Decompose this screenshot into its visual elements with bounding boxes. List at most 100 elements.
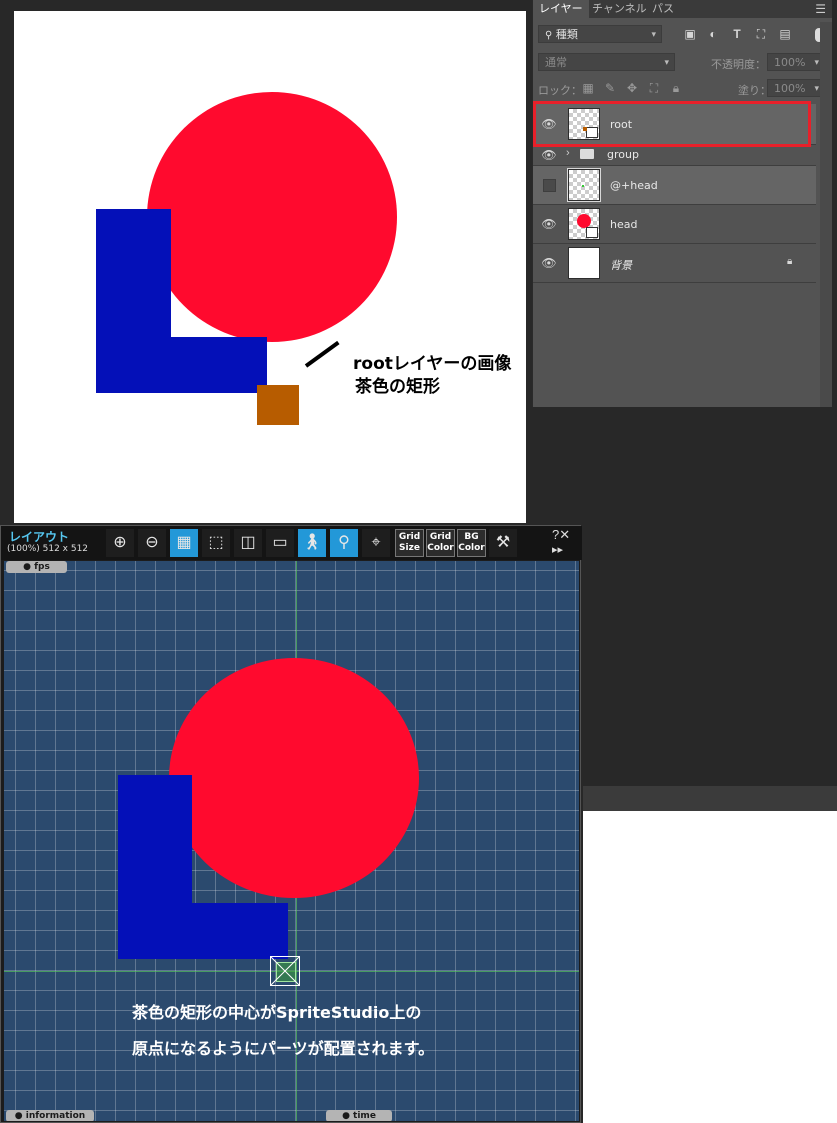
layer-row-group[interactable]: 👁︎ › group bbox=[533, 145, 816, 166]
layer-name-head-null[interactable]: @+head bbox=[610, 179, 658, 192]
information-toggle[interactable]: ● information bbox=[6, 1110, 94, 1121]
workspace-background bbox=[583, 407, 837, 793]
layers-panel: レイヤー チャンネル パス ☰ ⚲ 種類 ▾ ▣ ◐ T ⛶ ▤ 通常 ▾ 不透… bbox=[532, 0, 832, 407]
caption-line-2: 原点になるようにパーツが配置されます。 bbox=[132, 1039, 435, 1058]
bg-color-line1: BG bbox=[464, 532, 479, 542]
keyhole-icon[interactable]: ⚲ bbox=[330, 529, 358, 557]
layout-size-info: (100%) 512 x 512 bbox=[7, 544, 89, 554]
time-toggle[interactable]: ● time bbox=[326, 1110, 392, 1121]
origin-marker-icon bbox=[270, 956, 300, 986]
layout-window: レイアウト (100%) 512 x 512 ⊕ ⊖ ▦ ⬚ ◫ ▭ 🚶︎ ⚲ … bbox=[0, 525, 582, 1123]
caption-line-1: 茶色の矩形の中心がSpriteStudio上の bbox=[132, 1003, 422, 1022]
bg-color-line2: Color bbox=[458, 543, 485, 553]
chevron-down-icon: ▾ bbox=[664, 58, 669, 68]
eye-icon[interactable]: 👁︎ bbox=[541, 147, 557, 163]
search-icon: ⚲ bbox=[545, 30, 553, 41]
workspace-white-area bbox=[583, 811, 837, 1123]
panel-menu-icon[interactable]: ☰ bbox=[815, 2, 826, 16]
layer-thumbnail bbox=[568, 208, 600, 240]
shape-filter-icon[interactable]: ⛶ bbox=[754, 27, 768, 41]
filter-kind-select[interactable]: ⚲ 種類 ▾ bbox=[538, 25, 662, 43]
layer-name-head[interactable]: head bbox=[610, 218, 637, 231]
lock-artboard-icon[interactable]: ⛶ bbox=[647, 81, 661, 95]
frame-icon[interactable]: ▭ bbox=[266, 529, 294, 557]
chevron-down-icon: ▾ bbox=[814, 58, 819, 68]
filter-row: ⚲ 種類 ▾ ▣ ◐ T ⛶ ▤ bbox=[533, 23, 832, 47]
opacity-label: 不透明度： bbox=[711, 58, 766, 71]
lock-all-icon[interactable]: 🔒︎ bbox=[669, 81, 683, 95]
annotation-line bbox=[304, 340, 340, 368]
grid-size-line1: Grid bbox=[398, 532, 421, 542]
scrollbar[interactable] bbox=[820, 22, 832, 407]
green-dot-icon bbox=[582, 185, 584, 187]
annotation-text-2: 茶色の矩形 bbox=[355, 377, 440, 397]
layout-toolbar: レイアウト (100%) 512 x 512 ⊕ ⊖ ▦ ⬚ ◫ ▭ 🚶︎ ⚲ … bbox=[1, 526, 582, 560]
grid-color-line2: Color bbox=[427, 543, 454, 553]
eye-icon[interactable]: 👁︎ bbox=[541, 255, 557, 271]
chevron-right-icon[interactable]: › bbox=[566, 147, 570, 159]
blend-mode-select[interactable]: 通常 ▾ bbox=[538, 53, 675, 71]
lock-row: ロック： ▦ ✎ ✥ ⛶ 🔒︎ 塗り： 100% ▾ bbox=[533, 77, 832, 101]
grid-size-line2: Size bbox=[399, 543, 420, 553]
visibility-off-box[interactable] bbox=[543, 179, 556, 192]
tab-channels[interactable]: チャンネル bbox=[586, 0, 653, 18]
layout-title: レイアウト bbox=[9, 530, 70, 544]
chevron-down-icon: ▾ bbox=[651, 30, 656, 40]
adjustment-filter-icon[interactable]: ◐ bbox=[706, 27, 720, 41]
lock-transparent-icon[interactable]: ▦ bbox=[581, 81, 595, 95]
opacity-value: 100% bbox=[774, 56, 806, 69]
layout-viewport[interactable]: ● fps 茶色の矩形の中心がSpriteStudio上の 原点になるようにパー… bbox=[4, 561, 579, 1121]
bg-color-button[interactable]: BG Color bbox=[457, 529, 486, 557]
layer-row-head[interactable]: 👁︎ head bbox=[533, 205, 816, 244]
annotation-text-1: rootレイヤーの画像 bbox=[353, 354, 512, 374]
grid-size-button[interactable]: Grid Size bbox=[395, 529, 424, 557]
eye-icon[interactable]: 👁︎ bbox=[541, 216, 557, 232]
fill-value: 100% bbox=[774, 82, 806, 95]
red-circle bbox=[169, 658, 419, 898]
person-icon[interactable]: 🚶︎ bbox=[298, 529, 326, 557]
fps-toggle[interactable]: ● fps bbox=[6, 561, 67, 573]
blend-mode-label: 通常 bbox=[545, 56, 567, 69]
tool-settings-icon[interactable]: ⚒ bbox=[489, 529, 517, 557]
expand-arrows-icon[interactable]: ▸▸ bbox=[552, 543, 563, 556]
bounds-icon[interactable]: ◫ bbox=[234, 529, 262, 557]
zoom-out-icon[interactable]: ⊖ bbox=[138, 529, 166, 557]
select-tool-icon[interactable]: ⬚ bbox=[202, 529, 230, 557]
panel-tabs: レイヤー チャンネル パス ☰ bbox=[533, 0, 832, 18]
red-dot-icon bbox=[577, 214, 591, 228]
lock-icon: 🔒︎ bbox=[787, 256, 793, 267]
layer-thumbnail bbox=[568, 247, 600, 279]
tab-layers[interactable]: レイヤー bbox=[533, 0, 589, 18]
crosshair-icon[interactable]: ⌖ bbox=[362, 529, 390, 557]
layer-name-background[interactable]: 背景 bbox=[610, 257, 632, 273]
origin-marker-cross-icon bbox=[271, 957, 299, 985]
workspace-strip bbox=[583, 786, 837, 811]
folder-icon bbox=[580, 149, 594, 159]
lock-label: ロック： bbox=[538, 84, 582, 97]
zoom-in-icon[interactable]: ⊕ bbox=[106, 529, 134, 557]
grid-color-button[interactable]: Grid Color bbox=[426, 529, 455, 557]
document-canvas[interactable]: rootレイヤーの画像 茶色の矩形 bbox=[14, 11, 526, 523]
smart-object-badge-icon bbox=[586, 227, 598, 238]
image-filter-icon[interactable]: ▣ bbox=[683, 27, 697, 41]
blue-l-horizontal bbox=[118, 903, 288, 959]
type-filter-icon[interactable]: T bbox=[730, 27, 744, 41]
fill-field[interactable]: 100% ▾ bbox=[767, 79, 825, 97]
tab-paths[interactable]: パス bbox=[646, 0, 680, 18]
blue-l-horizontal bbox=[96, 337, 267, 393]
lock-paint-icon[interactable]: ✎ bbox=[603, 81, 617, 95]
lock-move-icon[interactable]: ✥ bbox=[625, 81, 639, 95]
layer-thumbnail bbox=[567, 168, 601, 202]
grid-color-line1: Grid bbox=[429, 532, 452, 542]
grid-toggle-icon[interactable]: ▦ bbox=[170, 529, 198, 557]
smart-object-filter-icon[interactable]: ▤ bbox=[778, 27, 792, 41]
chevron-down-icon: ▾ bbox=[814, 84, 819, 94]
help-close-icons[interactable]: ?✕ bbox=[552, 527, 570, 543]
layer-name-group[interactable]: group bbox=[607, 148, 639, 161]
opacity-field[interactable]: 100% ▾ bbox=[767, 53, 825, 71]
layer-row-background[interactable]: 👁︎ 背景 🔒︎ bbox=[533, 244, 816, 283]
root-layer-highlight-box bbox=[533, 101, 811, 147]
brown-square bbox=[257, 385, 299, 425]
blend-row: 通常 ▾ 不透明度： 100% ▾ bbox=[533, 51, 832, 75]
layer-row-head-null[interactable]: @+head bbox=[533, 166, 816, 205]
